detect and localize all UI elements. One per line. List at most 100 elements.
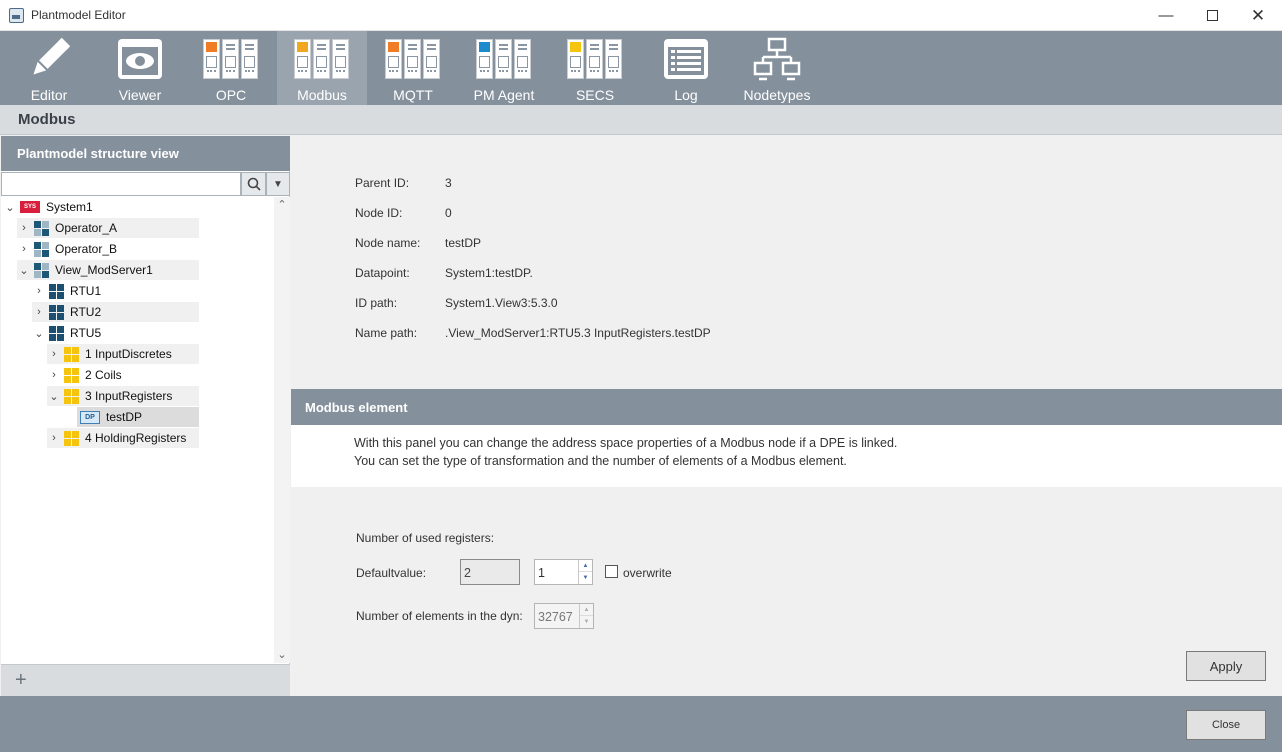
toolbar-viewer[interactable]: Viewer xyxy=(95,31,185,105)
tree-node-label: 2 Coils xyxy=(85,368,122,382)
tree-scrollbar[interactable]: ⌃ ⌄ xyxy=(274,197,290,663)
filter-dropdown-button[interactable]: ▼ xyxy=(266,172,290,196)
toolbar-label: Editor xyxy=(30,87,68,103)
id-path-value: System1.View3:5.3.0 xyxy=(445,296,558,310)
tree-node-operator-a[interactable]: › Operator_A xyxy=(17,218,199,238)
chevron-right-icon[interactable]: › xyxy=(47,432,61,444)
stepper-arrows: ▲ ▼ xyxy=(579,604,593,628)
node-name-label: Node name: xyxy=(355,236,421,250)
tree-node-label: 4 HoldingRegisters xyxy=(85,431,187,445)
search-input[interactable] xyxy=(1,172,241,196)
operator-icon xyxy=(34,241,49,257)
parent-id-value: 3 xyxy=(445,176,452,190)
toolbar-secs[interactable]: SECS xyxy=(550,31,640,105)
chevron-right-icon[interactable]: › xyxy=(47,348,61,360)
chevron-down-icon[interactable]: ⌄ xyxy=(17,264,31,277)
node-name-value: testDP xyxy=(445,236,482,250)
tree-node-input-discretes[interactable]: › 1 InputDiscretes xyxy=(47,344,199,364)
toolbar-nodetypes[interactable]: Nodetypes xyxy=(732,31,822,105)
operator-icon xyxy=(34,262,49,278)
tree-node-input-registers[interactable]: ⌄ 3 InputRegisters xyxy=(47,386,199,406)
close-window-button[interactable]: ✕ xyxy=(1235,0,1281,31)
chevron-down-icon[interactable]: ⌄ xyxy=(3,201,17,214)
search-button[interactable] xyxy=(241,172,266,196)
elements-stepper: 32767 ▲ ▼ xyxy=(534,603,594,629)
module-icon xyxy=(385,37,441,83)
tree-node-system1[interactable]: ⌄ SYS System1 xyxy=(3,197,203,217)
description-line: With this panel you can change the addre… xyxy=(354,436,898,450)
datapoint-label: Datapoint: xyxy=(355,266,410,280)
toolbar-mqtt[interactable]: MQTT xyxy=(368,31,458,105)
tree-node-label: RTU5 xyxy=(70,326,102,340)
parent-id-label: Parent ID: xyxy=(355,176,410,190)
chevron-right-icon[interactable]: › xyxy=(47,369,61,381)
structure-panel: Plantmodel structure view ▼ ⌄ SYS System… xyxy=(1,136,290,696)
tree-node-label: 3 InputRegisters xyxy=(85,389,173,403)
minimize-icon: — xyxy=(1158,7,1174,24)
toolbar-log[interactable]: Log xyxy=(641,31,731,105)
structure-panel-header: Plantmodel structure view xyxy=(1,136,290,171)
toolbar-opc[interactable]: OPC xyxy=(186,31,276,105)
toolbar-label: Nodetypes xyxy=(743,87,811,103)
id-path-label: ID path: xyxy=(355,296,398,310)
defaultvalue-field: 2 xyxy=(460,559,520,585)
module-icon xyxy=(294,37,350,83)
registers-stepper[interactable]: 1 ▲ ▼ xyxy=(534,559,593,585)
chevron-right-icon[interactable]: › xyxy=(32,285,46,297)
toolbar-pm-agent[interactable]: PM Agent xyxy=(459,31,549,105)
modbus-element-description: With this panel you can change the addre… xyxy=(291,425,1282,487)
stepper-up-icon[interactable]: ▲ xyxy=(579,560,592,572)
chevron-right-icon[interactable]: › xyxy=(32,306,46,318)
modbus-element-header: Modbus element xyxy=(291,389,1282,425)
close-button[interactable]: Close xyxy=(1186,710,1266,740)
tree-node-coils[interactable]: › 2 Coils xyxy=(47,365,199,385)
tree-node-label: 1 InputDiscretes xyxy=(85,347,172,361)
rtu-icon xyxy=(49,304,64,320)
stepper-arrows: ▲ ▼ xyxy=(578,560,592,584)
network-icon xyxy=(749,37,805,83)
tree-node-view-modserver1[interactable]: ⌄ View_ModServer1 xyxy=(17,260,199,280)
operator-icon xyxy=(34,220,49,236)
structure-panel-title: Plantmodel structure view xyxy=(17,146,179,161)
tree-node-testdp[interactable]: DP testDP xyxy=(77,407,199,427)
defaultvalue-label: Defaultvalue: xyxy=(356,566,427,580)
chevron-down-icon[interactable]: ⌄ xyxy=(32,327,46,340)
tree-node-label: Operator_B xyxy=(55,242,118,256)
datapoint-value: System1:testDP. xyxy=(445,266,533,280)
group-icon xyxy=(64,346,79,362)
tree-node-rtu1[interactable]: › RTU1 xyxy=(32,281,199,301)
toolbar-label: MQTT xyxy=(393,87,433,103)
overwrite-checkbox[interactable] xyxy=(605,565,618,578)
maximize-button[interactable] xyxy=(1189,0,1235,31)
sys-icon: SYS xyxy=(20,201,40,213)
apply-button[interactable]: Apply xyxy=(1186,651,1266,681)
stepper-down-icon: ▼ xyxy=(583,619,590,625)
toolbar-label: Modbus xyxy=(297,87,347,103)
stepper-down-icon[interactable]: ▼ xyxy=(579,572,592,584)
page-title: Modbus xyxy=(18,111,76,128)
search-icon xyxy=(247,177,261,191)
scroll-up-icon[interactable]: ⌃ xyxy=(274,197,290,213)
chevron-down-icon[interactable]: ⌄ xyxy=(47,390,61,403)
tree-node-label: System1 xyxy=(46,200,93,214)
tree-node-operator-b[interactable]: › Operator_B xyxy=(17,239,199,259)
scroll-down-icon[interactable]: ⌄ xyxy=(274,647,290,663)
chevron-right-icon[interactable]: › xyxy=(17,222,31,234)
search-row: ▼ xyxy=(1,172,290,196)
tree-node-label: testDP xyxy=(106,410,143,424)
toolbar-modbus[interactable]: Modbus xyxy=(277,31,367,105)
tree-node-holding-registers[interactable]: › 4 HoldingRegisters xyxy=(47,428,199,448)
minimize-button[interactable]: — xyxy=(1143,0,1189,31)
plantmodel-tree: ⌄ SYS System1 › Operator_A › Operator_B … xyxy=(1,197,273,663)
group-icon xyxy=(64,367,79,383)
tree-node-rtu5[interactable]: ⌄ RTU5 xyxy=(32,323,199,343)
registers-value[interactable]: 1 xyxy=(538,566,545,580)
chevron-right-icon[interactable]: › xyxy=(17,243,31,255)
tree-node-rtu2[interactable]: › RTU2 xyxy=(32,302,199,322)
toolbar-editor[interactable]: Editor xyxy=(4,31,94,105)
tree-node-label: RTU1 xyxy=(70,284,102,298)
add-node-button[interactable]: + xyxy=(15,669,27,692)
modbus-element-form: Number of used registers: Defaultvalue: … xyxy=(291,487,1282,695)
close-icon: ✕ xyxy=(1250,5,1266,25)
tree-node-label: View_ModServer1 xyxy=(55,263,153,277)
